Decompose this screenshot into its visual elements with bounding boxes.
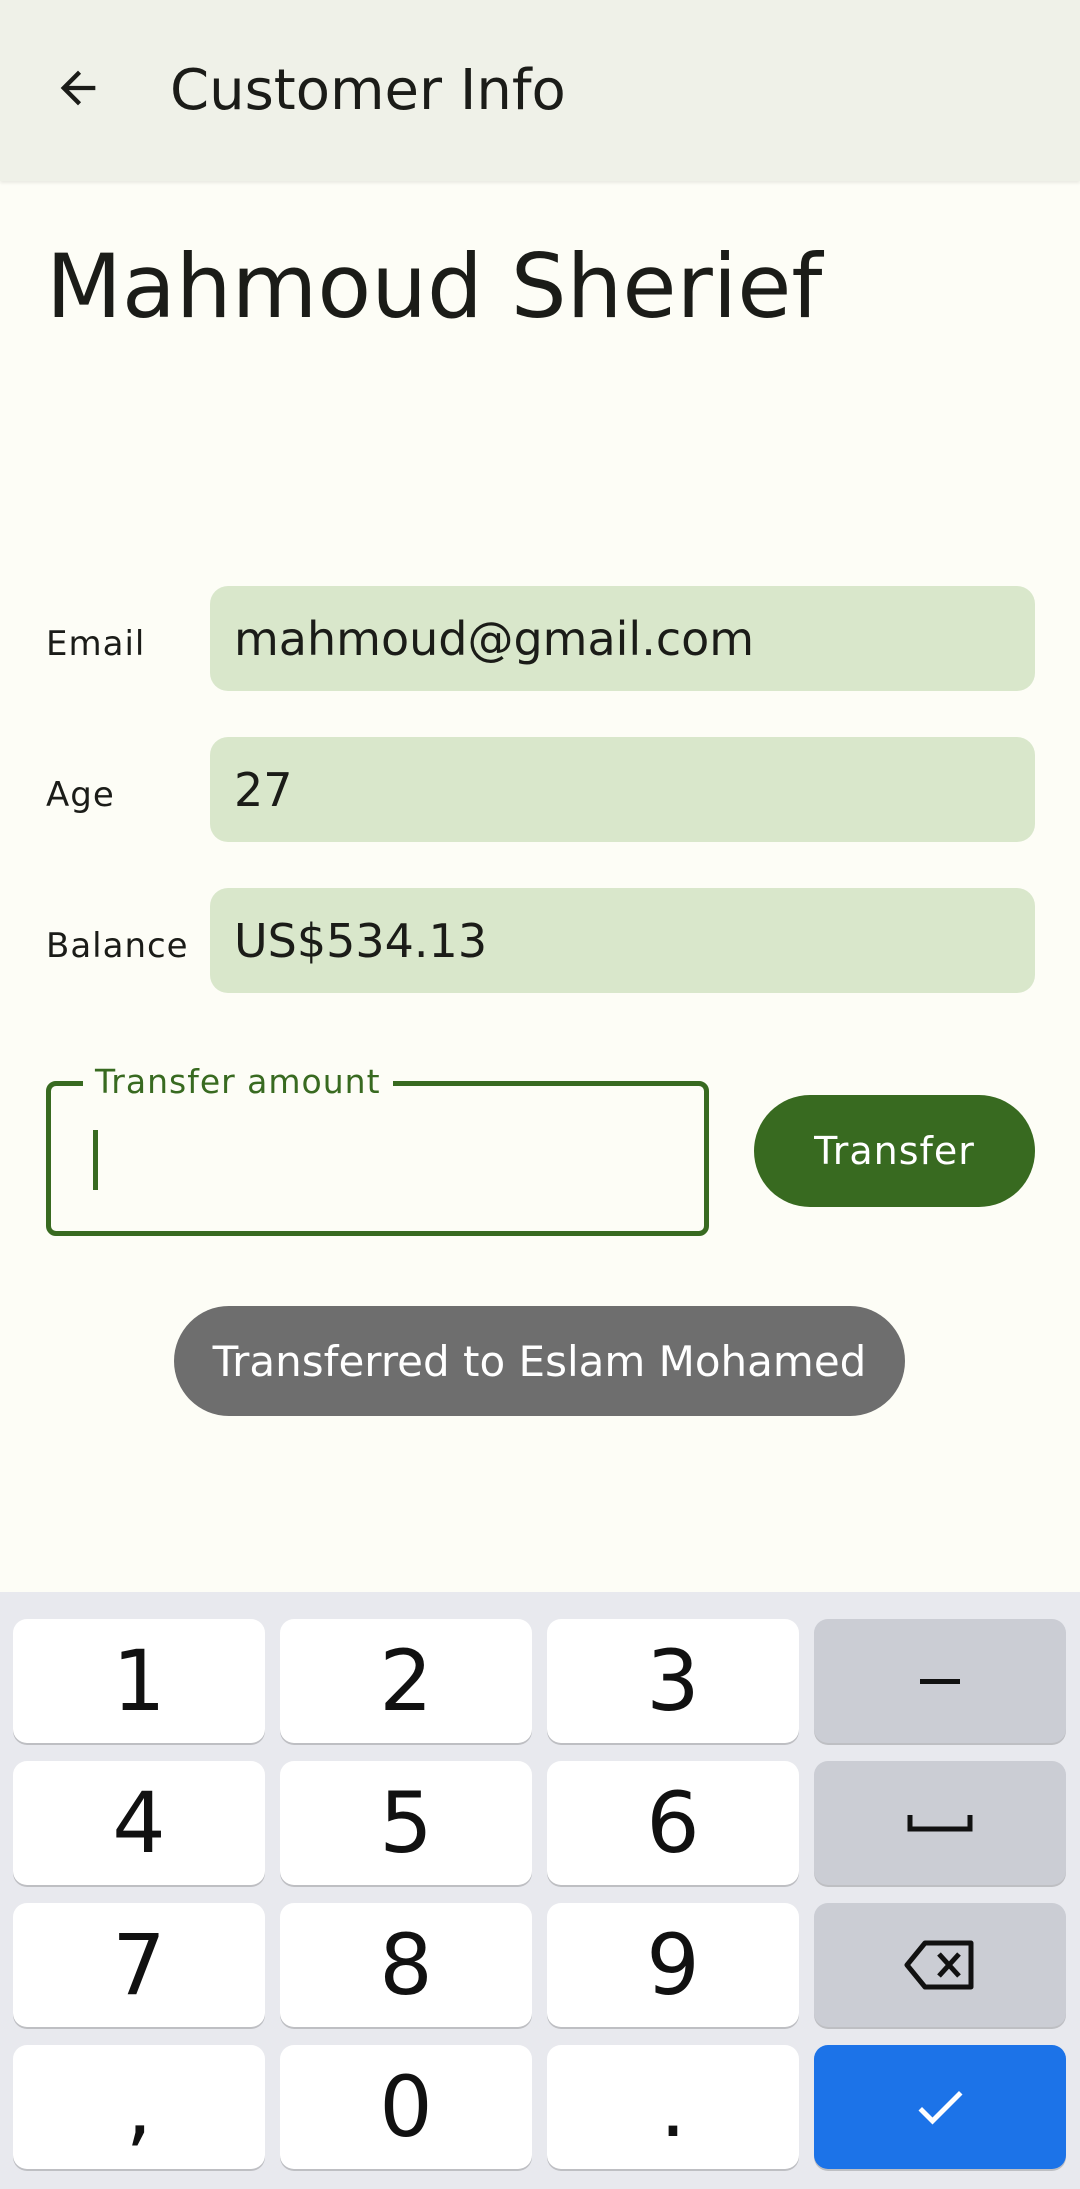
age-field[interactable]: 27	[210, 737, 1035, 842]
key-comma[interactable]: ,	[13, 2045, 265, 2169]
top-app-bar: Customer Info	[0, 0, 1080, 181]
key-1[interactable]: 1	[13, 1619, 265, 1743]
customer-name: Mahmoud Sherief	[46, 235, 823, 338]
key-8[interactable]: 8	[280, 1903, 532, 2027]
transfer-amount-input[interactable]: Transfer amount	[46, 1062, 709, 1236]
balance-field[interactable]: US$534.13	[210, 888, 1035, 993]
key-3[interactable]: 3	[547, 1619, 799, 1743]
customer-info-screen: Customer Info Mahmoud Sherief Email mahm…	[0, 0, 1080, 2189]
numeric-keyboard: 1 2 3 4 5 6 7 8 9 , 0 .	[0, 1592, 1080, 2189]
email-label: Email	[46, 624, 146, 664]
key-backspace[interactable]	[814, 1903, 1066, 2027]
minus-icon	[920, 1679, 960, 1684]
space-icon	[907, 1815, 973, 1832]
age-label: Age	[46, 775, 115, 815]
transfer-amount-label: Transfer amount	[83, 1062, 393, 1102]
backspace-icon	[904, 1940, 974, 1990]
key-6[interactable]: 6	[547, 1761, 799, 1885]
key-2[interactable]: 2	[280, 1619, 532, 1743]
back-button[interactable]	[40, 50, 116, 126]
key-space[interactable]	[814, 1761, 1066, 1885]
key-done[interactable]	[814, 2045, 1066, 2169]
text-cursor	[93, 1130, 98, 1190]
email-field[interactable]: mahmoud@gmail.com	[210, 586, 1035, 691]
key-5[interactable]: 5	[280, 1761, 532, 1885]
arrow-back-icon	[60, 70, 96, 106]
key-period[interactable]: .	[547, 2045, 799, 2169]
key-minus[interactable]	[814, 1619, 1066, 1743]
page-title: Customer Info	[170, 58, 566, 123]
key-7[interactable]: 7	[13, 1903, 265, 2027]
check-icon	[918, 2091, 963, 2125]
transfer-button[interactable]: Transfer	[754, 1095, 1035, 1207]
key-4[interactable]: 4	[13, 1761, 265, 1885]
toast-message: Transferred to Eslam Mohamed	[174, 1306, 905, 1416]
key-0[interactable]: 0	[280, 2045, 532, 2169]
balance-label: Balance	[46, 926, 189, 966]
key-9[interactable]: 9	[547, 1903, 799, 2027]
